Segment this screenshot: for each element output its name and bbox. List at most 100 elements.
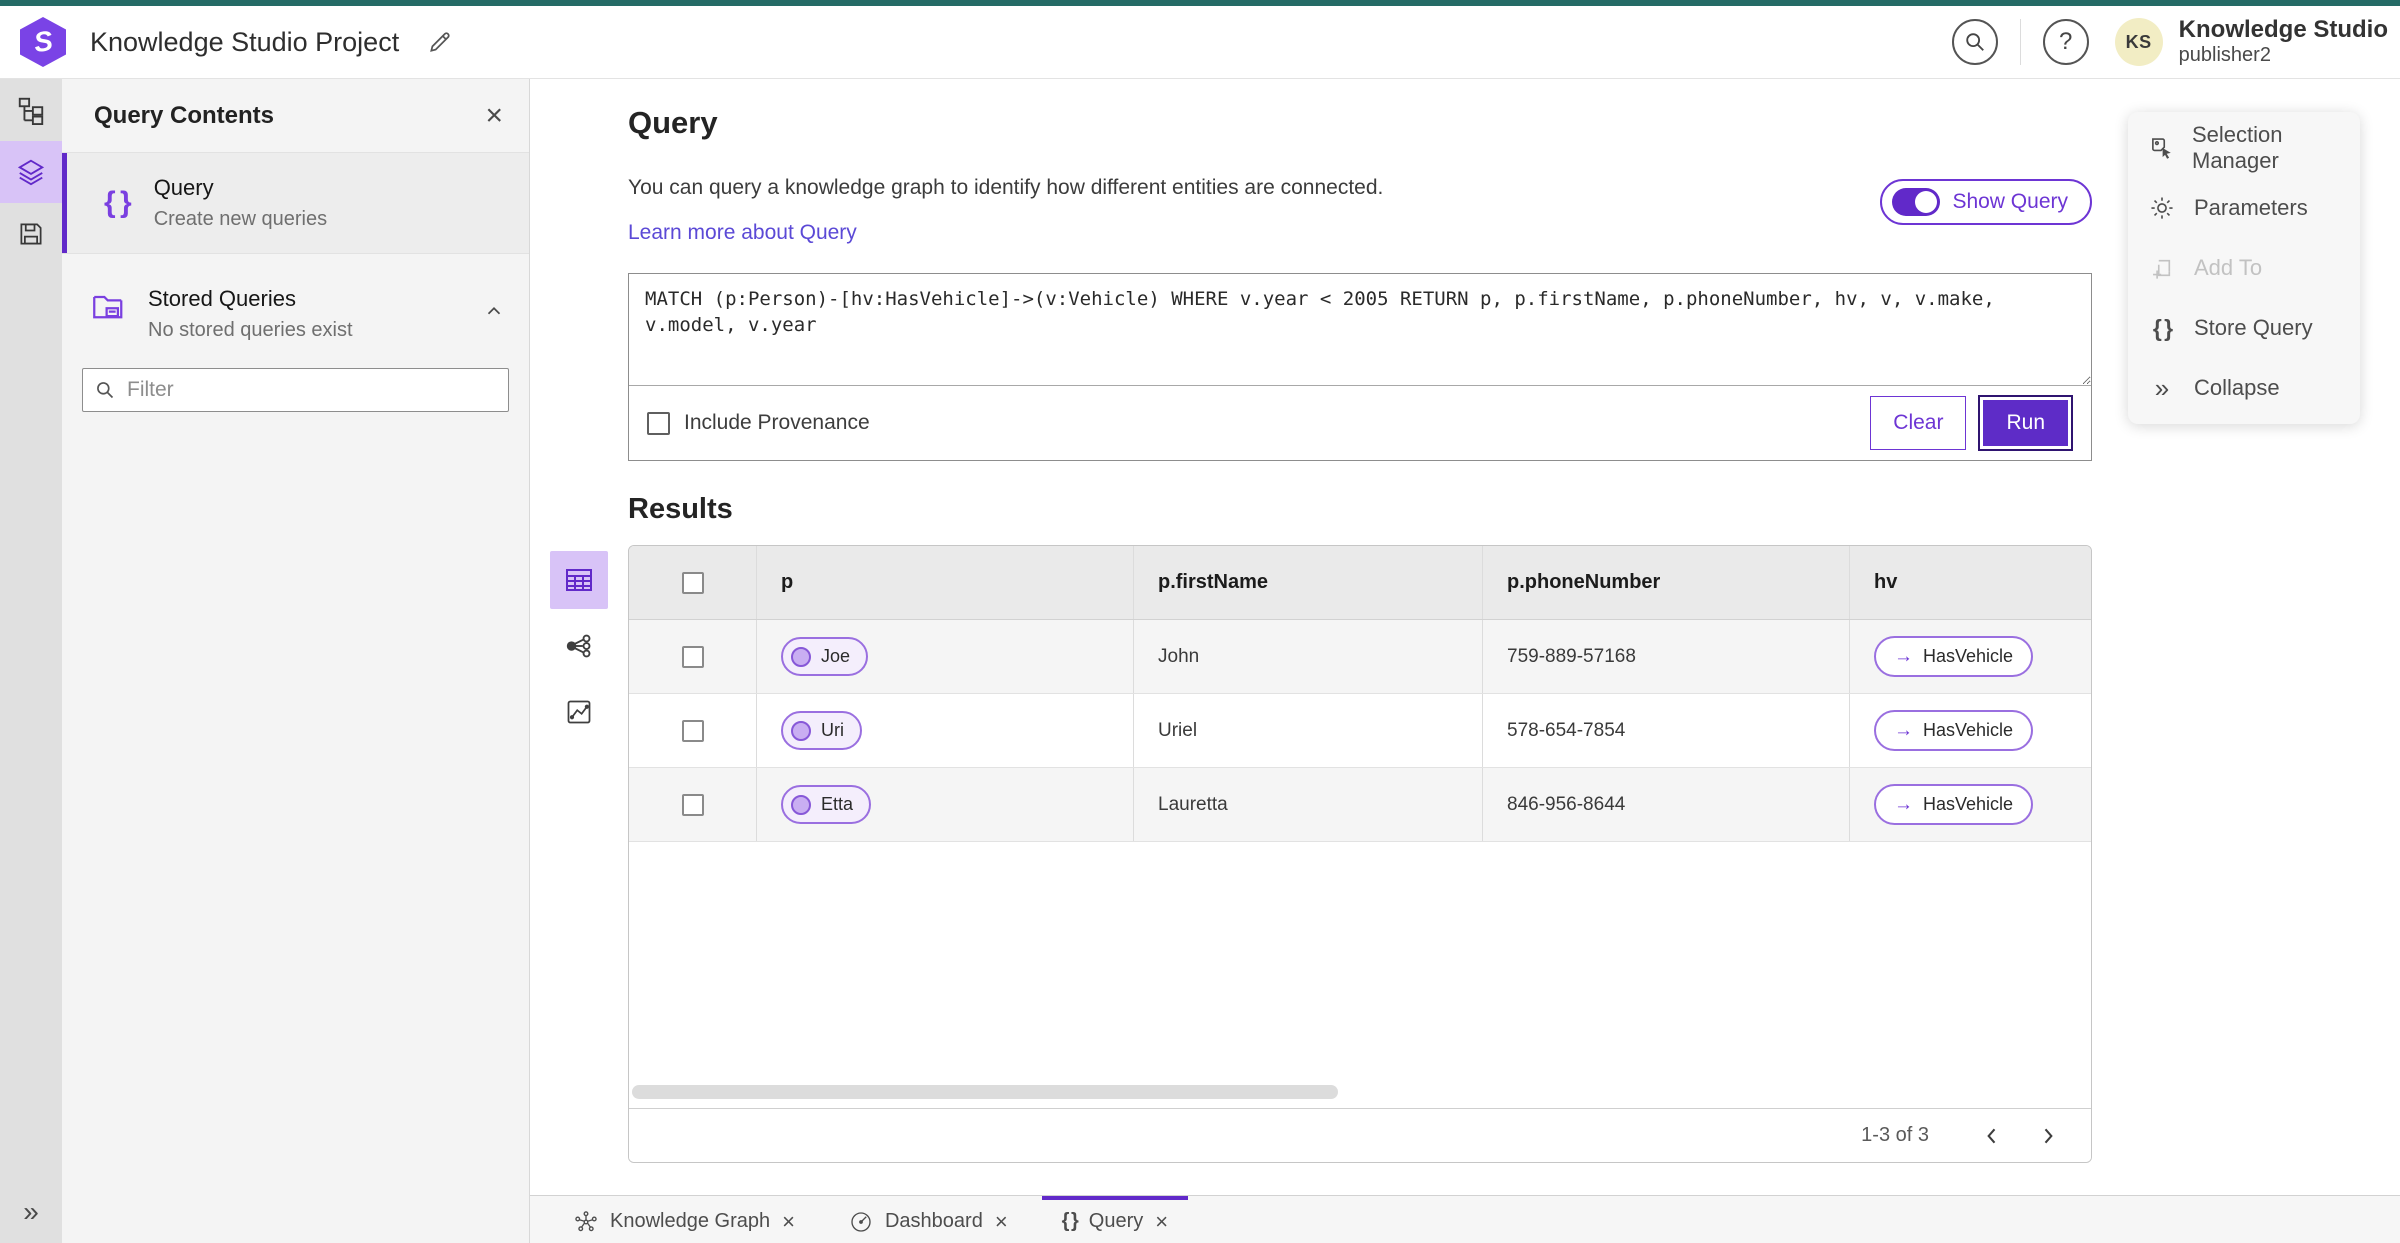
table-icon bbox=[566, 569, 592, 591]
panel-item-stored-queries[interactable]: Stored Queries No stored queries exist bbox=[62, 266, 529, 350]
menu-item-parameters[interactable]: Parameters bbox=[2128, 178, 2360, 238]
row-checkbox[interactable] bbox=[681, 719, 704, 742]
entity-node-icon bbox=[791, 720, 811, 741]
selection-manager-icon bbox=[2148, 135, 2174, 161]
pencil-icon bbox=[430, 32, 450, 52]
pagination-bar: 1-3 of 3 bbox=[629, 1108, 2091, 1162]
cell-firstname: Uriel bbox=[1134, 694, 1483, 767]
filter-field bbox=[82, 368, 509, 412]
filter-input[interactable] bbox=[127, 378, 496, 402]
run-button[interactable]: Run bbox=[1978, 395, 2073, 451]
results-heading: Results bbox=[628, 493, 733, 525]
entity-label: Uri bbox=[821, 720, 844, 740]
top-bar: S Knowledge Studio Project ? KS Knowledg… bbox=[0, 6, 2400, 79]
query-item-subtitle: Create new queries bbox=[153, 208, 328, 230]
arrow-right-icon: → bbox=[1894, 646, 1913, 667]
menu-item-label: Collapse bbox=[2194, 375, 2280, 400]
panel-item-query[interactable]: { } Query Create new queries bbox=[62, 153, 529, 254]
column-header-hv[interactable]: hv bbox=[1850, 546, 2091, 619]
edge-pill[interactable]: → HasVehicle bbox=[1874, 784, 2034, 825]
menu-item-add-to: Add To bbox=[2128, 238, 2360, 298]
layers-icon bbox=[17, 159, 45, 186]
user-name: Knowledge Studio bbox=[2178, 16, 2388, 43]
tab-label: Knowledge Graph bbox=[610, 1210, 771, 1232]
close-icon[interactable]: × bbox=[1155, 1210, 1168, 1233]
chart-view-button[interactable] bbox=[550, 683, 608, 741]
column-header-phonenumber[interactable]: p.phoneNumber bbox=[1483, 546, 1850, 619]
rail-item-save[interactable] bbox=[0, 203, 62, 265]
entity-label: Joe bbox=[821, 646, 851, 666]
search-icon bbox=[1965, 33, 1984, 51]
results-card: p p.firstName p.phoneNumber hv Joe John … bbox=[628, 545, 2092, 1163]
rail-item-hierarchy[interactable] bbox=[0, 79, 62, 141]
cell-phonenumber: 846-956-8644 bbox=[1483, 768, 1850, 841]
edge-label: HasVehicle bbox=[1923, 720, 2014, 740]
edge-pill[interactable]: → HasVehicle bbox=[1874, 710, 2034, 751]
entity-node-icon bbox=[791, 794, 811, 815]
chart-icon bbox=[567, 700, 591, 724]
dashboard-gauge-icon bbox=[849, 1210, 873, 1234]
horizontal-scrollbar[interactable] bbox=[632, 1085, 1338, 1099]
menu-item-selection-manager[interactable]: Selection Manager bbox=[2128, 118, 2360, 178]
menu-item-collapse[interactable]: » Collapse bbox=[2128, 358, 2360, 418]
knowledge-graph-icon bbox=[574, 1210, 598, 1234]
show-query-toggle[interactable]: Show Query bbox=[1880, 179, 2092, 225]
help-button[interactable]: ? bbox=[2042, 19, 2089, 65]
tab-query[interactable]: { } Query × bbox=[1041, 1196, 1189, 1243]
include-provenance-checkbox[interactable] bbox=[647, 411, 670, 435]
query-contents-panel: Query Contents × { } Query Create new qu… bbox=[62, 79, 530, 1243]
entity-pill[interactable]: Uri bbox=[781, 711, 862, 750]
next-page-button[interactable] bbox=[2031, 1119, 2065, 1153]
query-textarea[interactable]: MATCH (p:Person)-[hv:HasVehicle]->(v:Veh… bbox=[629, 274, 2091, 386]
gear-icon bbox=[2148, 195, 2176, 221]
project-title: Knowledge Studio Project bbox=[90, 26, 400, 57]
topbar-divider bbox=[2019, 19, 2021, 65]
search-icon bbox=[97, 382, 114, 399]
page-description: You can query a knowledge graph to ident… bbox=[628, 176, 1384, 199]
avatar[interactable]: KS bbox=[2114, 18, 2163, 66]
logo-glyph: S bbox=[31, 24, 55, 59]
rail-item-layers[interactable] bbox=[0, 141, 62, 203]
close-icon[interactable]: × bbox=[782, 1210, 795, 1233]
search-button[interactable] bbox=[1951, 19, 1998, 65]
cell-firstname: Lauretta bbox=[1134, 768, 1483, 841]
column-header-firstname[interactable]: p.firstName bbox=[1134, 546, 1483, 619]
close-icon[interactable]: × bbox=[995, 1210, 1008, 1233]
edit-title-button[interactable] bbox=[427, 29, 453, 55]
entity-pill[interactable]: Etta bbox=[781, 785, 872, 824]
hierarchy-icon bbox=[18, 97, 44, 125]
table-row: Etta Lauretta 846-956-8644 → HasVehicle bbox=[629, 768, 2091, 842]
cell-phonenumber: 578-654-7854 bbox=[1483, 694, 1850, 767]
select-all-checkbox[interactable] bbox=[681, 571, 704, 594]
learn-more-link[interactable]: Learn more about Query bbox=[628, 221, 857, 245]
user-role: publisher2 bbox=[2178, 44, 2271, 66]
table-view-button[interactable] bbox=[550, 551, 608, 609]
tab-dashboard[interactable]: Dashboard × bbox=[829, 1196, 1028, 1243]
clear-button[interactable]: Clear bbox=[1870, 396, 1967, 450]
row-checkbox[interactable] bbox=[681, 793, 704, 816]
left-icon-rail: » bbox=[0, 79, 62, 1243]
tab-knowledge-graph[interactable]: Knowledge Graph × bbox=[554, 1196, 815, 1243]
chevron-right-icon bbox=[2044, 1128, 2053, 1143]
edge-pill[interactable]: → HasVehicle bbox=[1874, 636, 2034, 677]
main-content: Query You can query a knowledge graph to… bbox=[530, 79, 2400, 1195]
graph-view-button[interactable] bbox=[550, 617, 608, 675]
topbar-actions: ? KS Knowledge Studio publisher2 bbox=[1951, 16, 2392, 67]
page-title: Query bbox=[628, 105, 718, 140]
query-editor: MATCH (p:Person)-[hv:HasVehicle]->(v:Veh… bbox=[628, 273, 2092, 461]
menu-item-label: Parameters bbox=[2194, 195, 2308, 220]
entity-pill[interactable]: Joe bbox=[781, 637, 869, 676]
collapse-section-button[interactable] bbox=[483, 300, 505, 322]
previous-page-button[interactable] bbox=[1975, 1119, 2009, 1153]
query-actions-menu: Selection Manager Parameters Add To { } … bbox=[2128, 112, 2360, 424]
row-checkbox[interactable] bbox=[681, 645, 704, 668]
braces-icon: { } bbox=[2152, 314, 2173, 341]
add-to-icon bbox=[2148, 255, 2176, 281]
chevron-double-right-icon: » bbox=[2154, 373, 2170, 403]
rail-expand-button[interactable]: » bbox=[0, 1187, 62, 1237]
panel-close-button[interactable]: × bbox=[485, 100, 503, 131]
menu-item-store-query[interactable]: { } Store Query bbox=[2128, 298, 2360, 358]
column-header-p[interactable]: p bbox=[757, 546, 1134, 619]
tab-label: Query bbox=[1088, 1210, 1144, 1232]
menu-item-label: Add To bbox=[2194, 255, 2263, 280]
